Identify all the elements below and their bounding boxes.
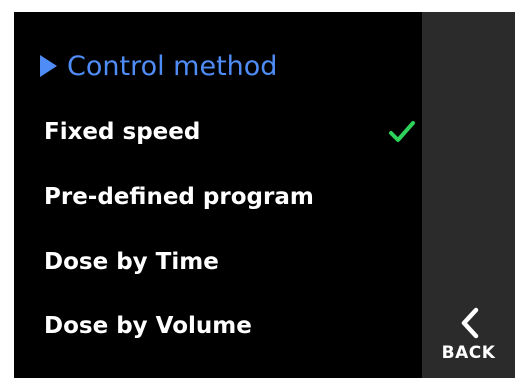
back-button[interactable]: BACK [422,297,515,378]
menu-item-label: Pre-defined program [44,184,314,210]
side-panel: BACK [422,12,515,378]
checkmark-icon [389,121,415,142]
control-method-menu: Control method Fixed speed Pre-defined p… [14,12,422,378]
menu-item-label: Dose by Time [44,249,219,275]
menu-item-dose-by-time[interactable]: Dose by Time [44,240,416,284]
menu-item-label: Fixed speed [44,119,201,145]
menu-header: Control method [40,48,277,84]
menu-item-fixed-speed[interactable]: Fixed speed [44,110,416,154]
menu-item-pre-defined-program[interactable]: Pre-defined program [44,175,416,219]
chevron-left-icon [461,307,479,339]
menu-item-label: Dose by Volume [44,313,252,339]
back-label: BACK [441,343,496,363]
menu-item-dose-by-volume[interactable]: Dose by Volume [44,304,416,348]
device-screen: Control method Fixed speed Pre-defined p… [14,12,515,378]
menu-title: Control method [67,50,278,82]
play-triangle-icon [40,55,57,77]
